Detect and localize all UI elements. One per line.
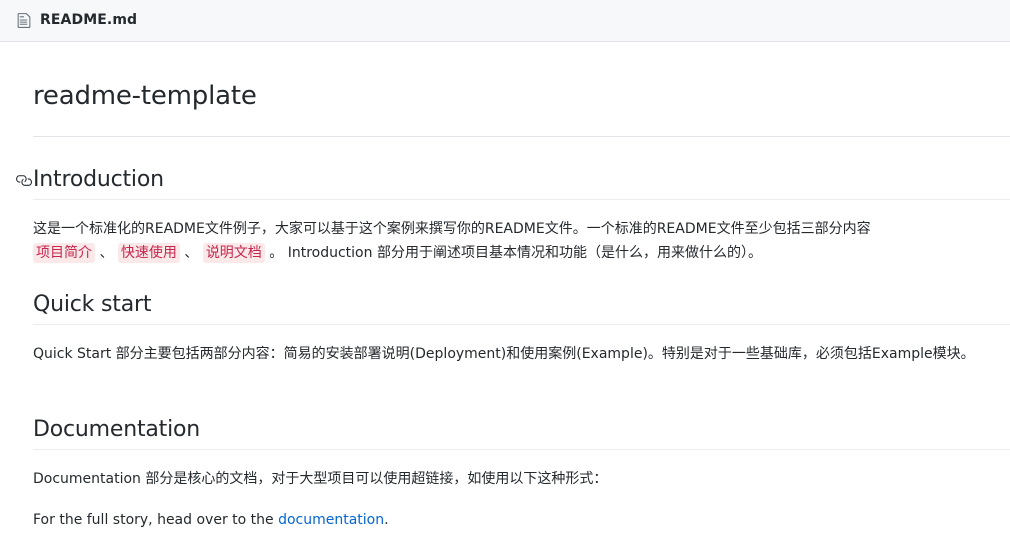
documentation-link[interactable]: documentation — [278, 512, 384, 528]
page-title: readme-template — [33, 81, 257, 111]
quick-start-paragraph: Quick Start 部分主要包括两部分内容：简易的安装部署说明(Deploy… — [33, 346, 975, 362]
code-quick-use: 快速使用 — [117, 243, 180, 263]
file-header: README.md — [0, 0, 1010, 42]
doc-link-suffix: . — [384, 512, 389, 528]
heading-documentation: Documentation — [33, 417, 200, 442]
documentation-paragraph: Documentation 部分是核心的文档，对于大型项目可以使用超链接，如使用… — [33, 471, 608, 487]
link-icon[interactable] — [15, 172, 32, 189]
heading-introduction: Introduction — [33, 167, 164, 192]
heading-quick-start: Quick start — [33, 292, 152, 317]
quick-start-divider — [33, 324, 1010, 325]
code-project-intro: 项目简介 — [33, 243, 95, 263]
code-docs: 说明文档 — [202, 243, 265, 263]
introduction-text-start: 这是一个标准化的README文件例子，大家可以基于这个案例来撰写你的README… — [33, 221, 871, 237]
doc-link-prefix: For the full story, head over to the — [33, 512, 279, 528]
file-icon — [17, 13, 31, 28]
documentation-divider — [33, 449, 1010, 450]
separator-1: 、 — [99, 245, 114, 261]
separator-2: 、 — [184, 245, 199, 261]
title-divider — [33, 136, 1010, 137]
documentation-link-paragraph: For the full story, head over to the doc… — [33, 508, 998, 532]
introduction-divider — [33, 199, 1010, 200]
introduction-paragraph: 这是一个标准化的README文件例子，大家可以基于这个案例来撰写你的README… — [33, 217, 998, 265]
file-name[interactable]: README.md — [40, 12, 137, 29]
introduction-text-end: 。 Introduction 部分用于阐述项目基本情况和功能（是什么，用来做什么… — [269, 245, 762, 261]
